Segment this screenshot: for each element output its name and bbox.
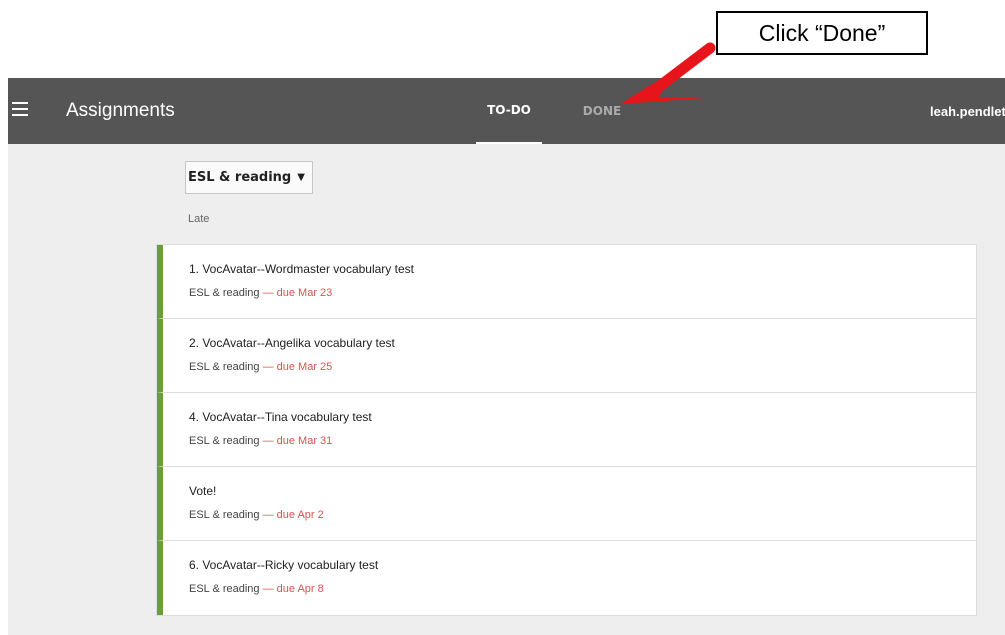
section-label-late: Late: [188, 213, 210, 225]
tab-todo[interactable]: TO-DO: [476, 78, 542, 144]
app-bar: Assignments TO-DO DONE leah.pendleton: [8, 78, 1005, 144]
assignment-meta: ESL & reading — due Mar 23: [189, 287, 332, 299]
assignment-meta: ESL & reading — due Apr 8: [189, 583, 324, 595]
assignment-class: ESL & reading: [189, 509, 260, 521]
assignments-content: ESL & reading ▼ Late 1. VocAvatar--Wordm…: [8, 144, 1005, 635]
assignment-title: 1. VocAvatar--Wordmaster vocabulary test: [189, 262, 414, 276]
assignment-class: ESL & reading: [189, 583, 260, 595]
class-filter-dropdown[interactable]: ESL & reading ▼: [185, 161, 313, 194]
assignment-meta: ESL & reading — due Mar 25: [189, 361, 332, 373]
instruction-callout: Click “Done”: [716, 11, 928, 55]
assignment-meta: ESL & reading — due Mar 31: [189, 435, 332, 447]
chevron-down-icon: ▼: [297, 172, 305, 183]
assignment-due: — due Mar 23: [262, 287, 333, 299]
assignment-meta: ESL & reading — due Apr 2: [189, 509, 324, 521]
assignment-due: — due Apr 2: [262, 509, 324, 521]
menu-icon[interactable]: [12, 102, 28, 118]
assignment-title: 4. VocAvatar--Tina vocabulary test: [189, 410, 372, 424]
assignment-title: 6. VocAvatar--Ricky vocabulary test: [189, 558, 379, 572]
assignment-item[interactable]: 6. VocAvatar--Ricky vocabulary test ESL …: [157, 541, 976, 615]
assignment-due: — due Apr 8: [262, 583, 324, 595]
assignment-item[interactable]: Vote! ESL & reading — due Apr 2: [157, 467, 976, 541]
assignment-item[interactable]: 4. VocAvatar--Tina vocabulary test ESL &…: [157, 393, 976, 467]
assignment-title: Vote!: [189, 484, 217, 498]
page-title: Assignments: [66, 100, 175, 121]
assignment-due: — due Mar 31: [262, 435, 333, 447]
assignment-class: ESL & reading: [189, 361, 260, 373]
user-account[interactable]: leah.pendleton: [930, 104, 1005, 119]
assignment-item[interactable]: 2. VocAvatar--Angelika vocabulary test E…: [157, 319, 976, 393]
assignment-title: 2. VocAvatar--Angelika vocabulary test: [189, 336, 395, 350]
tab-done[interactable]: DONE: [578, 78, 626, 144]
assignment-list: 1. VocAvatar--Wordmaster vocabulary test…: [156, 244, 977, 616]
assignment-class: ESL & reading: [189, 287, 260, 299]
assignment-due: — due Mar 25: [262, 361, 333, 373]
assignment-item[interactable]: 1. VocAvatar--Wordmaster vocabulary test…: [157, 245, 976, 319]
class-filter-label: ESL & reading: [188, 170, 292, 185]
assignment-class: ESL & reading: [189, 435, 260, 447]
